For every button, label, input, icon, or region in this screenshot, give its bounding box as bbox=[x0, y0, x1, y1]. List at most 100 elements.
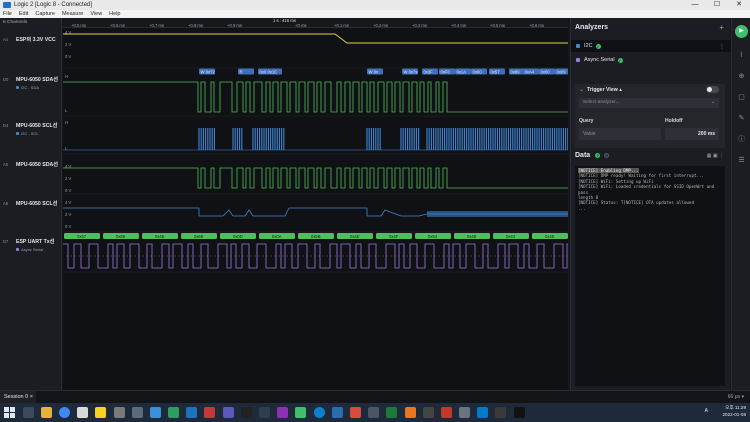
vscode-icon[interactable] bbox=[477, 407, 489, 418]
uart-bit-dot bbox=[318, 255, 320, 257]
search-icon[interactable] bbox=[22, 407, 34, 418]
menu-file[interactable]: File bbox=[3, 11, 12, 17]
waveform-view[interactable]: 1 s : 416 ms +0.5 ms +0.6 ms +0.7 ms +0.… bbox=[63, 18, 568, 390]
start-capture-button[interactable]: ▶ bbox=[735, 25, 748, 38]
app-icon[interactable] bbox=[349, 407, 361, 418]
menu-measure[interactable]: Measure bbox=[62, 11, 83, 17]
uart-bit-dot bbox=[534, 255, 536, 257]
data-view-icons: ▦ ▣ ⋮ bbox=[707, 153, 724, 159]
info-icon[interactable]: ⓘ bbox=[737, 135, 746, 144]
uart-bit-dot bbox=[166, 255, 168, 257]
time-ruler[interactable]: 1 s : 416 ms +0.5 ms +0.6 ms +0.7 ms +0.… bbox=[63, 18, 568, 28]
notepad-icon[interactable] bbox=[77, 407, 89, 418]
channel-name: ESP UART Tx선 bbox=[16, 239, 55, 245]
teams-icon[interactable] bbox=[222, 407, 234, 418]
axis-label: 2 V bbox=[65, 176, 71, 181]
more-icon[interactable]: ⋮ bbox=[719, 43, 725, 50]
input-language-indicator[interactable]: A bbox=[705, 408, 708, 415]
app-logo-icon bbox=[3, 2, 11, 8]
app-icon[interactable] bbox=[295, 407, 307, 418]
uart-bit-dot bbox=[218, 255, 220, 257]
uart-bit-dot bbox=[354, 255, 356, 257]
windows-start-icon[interactable] bbox=[4, 407, 15, 418]
add-analyzer-icon[interactable]: + bbox=[719, 23, 724, 32]
holdoff-input[interactable]: 200 ms bbox=[665, 128, 719, 140]
app-icon[interactable] bbox=[168, 407, 180, 418]
uart-bit-dot bbox=[502, 255, 504, 257]
system-tray[interactable]: A 오후 11:29 2022-01-08 bbox=[705, 404, 746, 418]
window-title: Logic 2 [Logic 8 - Connected] bbox=[14, 2, 93, 8]
app-icon[interactable] bbox=[277, 407, 289, 418]
chevron-down-icon[interactable]: ⌄ bbox=[579, 86, 584, 93]
analog-sda-trace bbox=[63, 167, 568, 189]
app-icon[interactable] bbox=[368, 407, 380, 418]
app-icon[interactable] bbox=[422, 407, 434, 418]
analyzer-async-serial[interactable]: Async Serial ✓ bbox=[571, 54, 731, 66]
uart-bit-dot bbox=[406, 255, 408, 257]
uart-bit-dot bbox=[142, 255, 144, 257]
trigger-view-toggle[interactable] bbox=[706, 86, 719, 93]
close-icon[interactable]: × bbox=[30, 394, 33, 400]
trigger-view-title[interactable]: Trigger View ▴ bbox=[587, 87, 622, 93]
uart-bit-dot bbox=[150, 255, 152, 257]
close-button[interactable]: ✕ bbox=[728, 0, 750, 10]
channel-analyzer-tag: I2C - SDA bbox=[16, 85, 39, 90]
app-icon[interactable] bbox=[186, 407, 198, 418]
i2c-frame-label: 0x00 bbox=[473, 69, 483, 74]
app-icon[interactable] bbox=[149, 407, 161, 418]
annotation-pencil-icon[interactable]: ✎ bbox=[737, 114, 746, 123]
uart-bit-dot bbox=[262, 255, 264, 257]
app-icon[interactable] bbox=[113, 407, 125, 418]
uart-bit-dot bbox=[506, 255, 508, 257]
uart-bit-dot bbox=[294, 255, 296, 257]
notes-icon[interactable]: ☰ bbox=[737, 156, 746, 165]
minimize-button[interactable]: — bbox=[684, 0, 706, 10]
app-icon[interactable] bbox=[440, 407, 452, 418]
grid-view-icon[interactable]: ▦ bbox=[707, 153, 712, 159]
file-explorer-icon[interactable] bbox=[40, 407, 52, 418]
uart-bit-dot bbox=[114, 255, 116, 257]
app-icon[interactable] bbox=[131, 407, 143, 418]
app-icon[interactable] bbox=[204, 407, 216, 418]
menu-help[interactable]: Help bbox=[109, 11, 120, 17]
terminal-icon[interactable] bbox=[513, 407, 525, 418]
uart-bit-dot bbox=[322, 255, 324, 257]
sample-rate-readout[interactable]: 66 μs ▾ bbox=[728, 394, 744, 400]
timing-markers-icon[interactable]: ⊕ bbox=[737, 72, 746, 81]
uart-bit-dot bbox=[130, 255, 132, 257]
uart-bit-dot bbox=[298, 255, 300, 257]
app-icon[interactable] bbox=[459, 407, 471, 418]
app-icon[interactable] bbox=[331, 407, 343, 418]
axis-label: 2 V bbox=[65, 212, 71, 217]
menu-view[interactable]: View bbox=[90, 11, 102, 17]
menu-edit[interactable]: Edit bbox=[19, 11, 28, 17]
uart-bit-dot bbox=[338, 255, 340, 257]
kakaotalk-icon[interactable] bbox=[95, 407, 107, 418]
uart-bit-dot bbox=[358, 255, 360, 257]
app-icon[interactable] bbox=[240, 407, 252, 418]
help-icon[interactable]: ? bbox=[595, 153, 601, 158]
uart-frame-label: 0x0D bbox=[233, 234, 243, 239]
channel-id: D0 bbox=[3, 77, 9, 82]
app-icon[interactable] bbox=[386, 407, 398, 418]
analyzer-i2c[interactable]: I2C ✓ ⋮ bbox=[571, 40, 731, 52]
tool-strip: ▶ ⌇ ⊕ ▢ ✎ ⓘ ☰ bbox=[731, 18, 750, 390]
edge-icon[interactable] bbox=[313, 407, 325, 418]
more-icon[interactable]: ⋮ bbox=[719, 153, 724, 159]
app-icon[interactable] bbox=[495, 407, 507, 418]
serial-terminal[interactable]: [NOTICE] Enabling DMP... [NOTICE] DMP re… bbox=[575, 166, 725, 386]
app-icon[interactable] bbox=[404, 407, 416, 418]
analyzer-select[interactable]: Select analyzer... ⌄ bbox=[579, 98, 719, 108]
waveform-canvas[interactable]: 4 V 2 V 0 V H L W 0x?2 R 0x00 0x1C W 0x W 0x7s 0x3F… bbox=[63, 28, 568, 390]
steam-icon[interactable] bbox=[259, 407, 271, 418]
terminal-view-icon[interactable]: ▣ bbox=[713, 153, 718, 159]
chrome-icon[interactable] bbox=[58, 407, 70, 418]
analyzers-tool-icon[interactable]: ⌇ bbox=[737, 51, 746, 60]
extensions-icon[interactable]: ▢ bbox=[737, 93, 746, 102]
uart-bit-dot bbox=[410, 255, 412, 257]
query-input[interactable]: Value bbox=[579, 128, 661, 140]
uart-bit-dot bbox=[402, 255, 404, 257]
maximize-button[interactable]: ☐ bbox=[706, 0, 728, 10]
menu-capture[interactable]: Capture bbox=[35, 11, 55, 17]
settings-gear-icon[interactable]: ⚙ bbox=[604, 153, 610, 158]
